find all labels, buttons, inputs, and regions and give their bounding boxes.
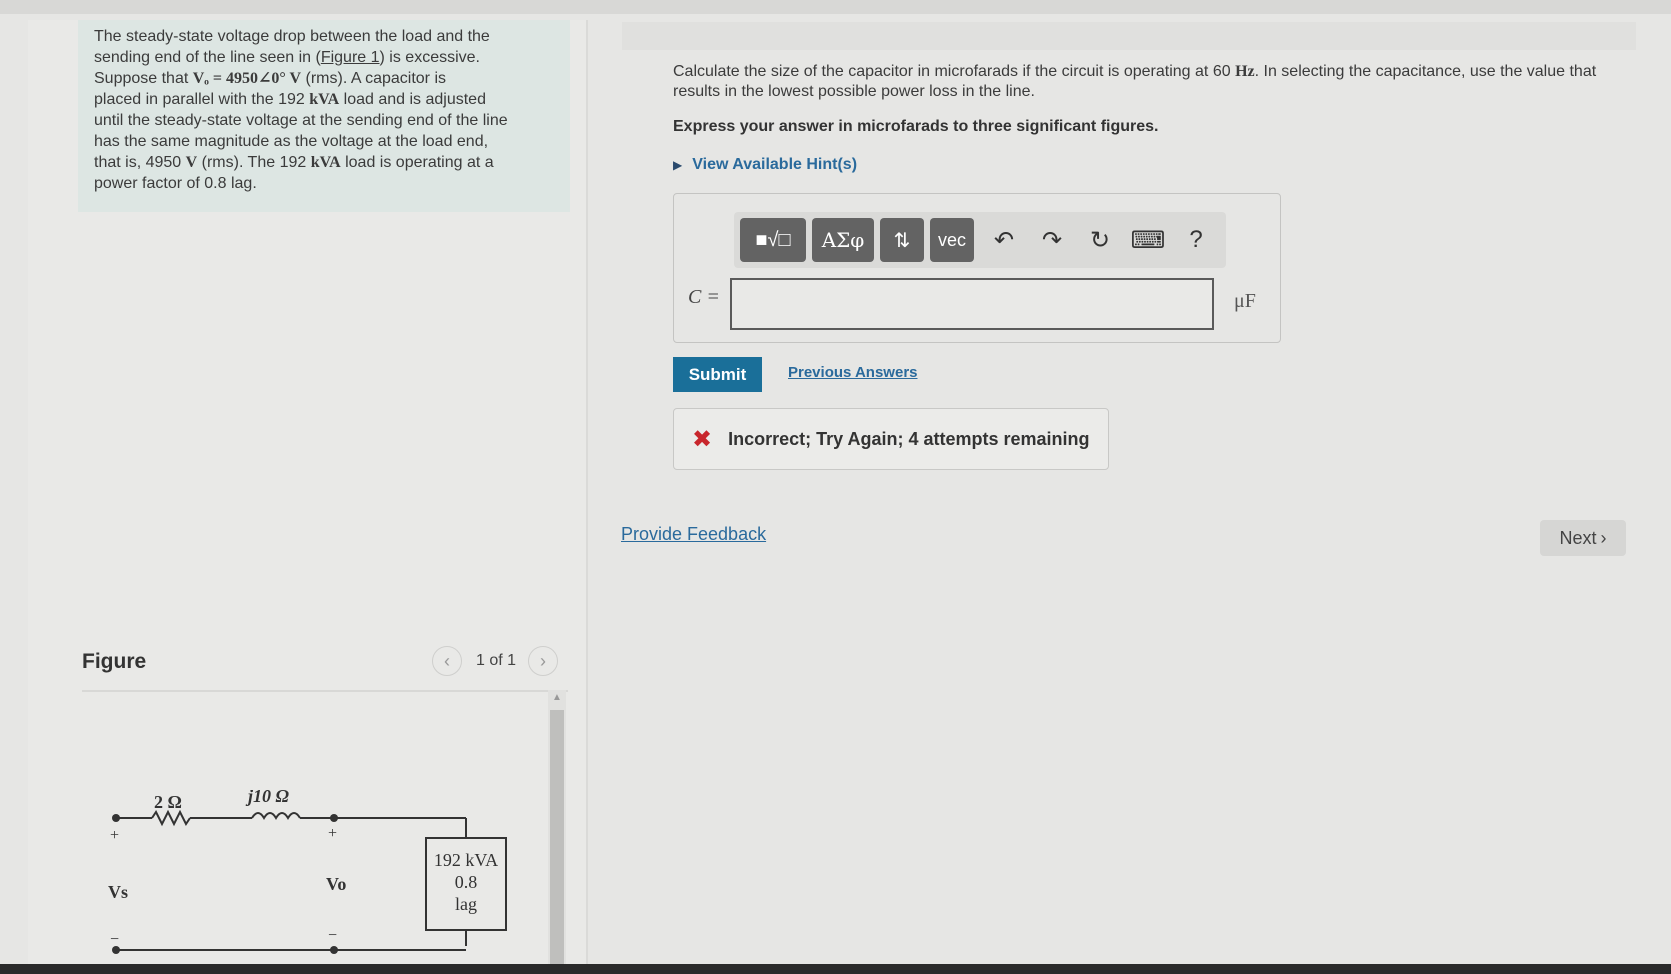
question-text: Calculate the size of the capacitor in m… [673,63,1597,100]
scroll-up-arrow-icon[interactable]: ▲ [548,692,566,706]
greek-symbols-button[interactable]: ΑΣφ [812,218,874,262]
feedback-message-box: ✖ Incorrect; Try Again; 4 attempts remai… [673,408,1109,470]
load-voltage-label: Vo [326,874,346,894]
source-voltage-label: Vs [108,882,128,902]
keyboard-icon[interactable]: ⌨ [1124,218,1172,262]
intro-line: Suppose that Vₒ = 4950∠0° V (rms). A cap… [94,70,446,87]
browser-top-strip [0,0,1671,14]
next-button[interactable]: Next › [1540,520,1626,556]
answer-input[interactable] [730,278,1214,330]
feedback-message: Incorrect; Try Again; 4 attempts remaini… [728,428,1090,449]
part-header-band [622,22,1636,50]
load-voltage-expression: Vₒ = 4950∠0° V [192,70,302,87]
answer-instruction: Express your answer in microfarads to th… [673,118,1159,135]
variable-label: C = [688,286,720,308]
inductor-label: j10 Ω [245,790,290,806]
previous-answers-link[interactable]: Previous Answers [788,364,918,381]
submit-button[interactable]: Submit [673,357,762,392]
inductor-symbol [251,812,301,820]
load-plus-sign: + [328,825,337,842]
intro-line: has the same magnitude as the voltage at… [94,133,489,150]
x-mark-icon: ✖ [692,425,713,453]
chevron-left-icon[interactable]: ‹ [432,646,462,676]
intro-line: placed in parallel with the 192 kVA load… [94,91,486,108]
figure-pager: ‹ 1 of 1 › [432,646,559,676]
figure-divider [82,690,568,692]
terminal-node [330,814,338,822]
arrows-button[interactable]: ⇅ [880,218,924,262]
panel-divider [586,20,588,974]
help-button[interactable]: ? [1172,218,1220,262]
intro-line: that is, 4950 V (rms). The 192 kVA load … [94,154,494,171]
caret-right-icon: ▶ [673,158,683,172]
figure-link[interactable]: Figure 1 [321,49,380,66]
view-hints-label: View Available Hint(s) [692,156,858,173]
unit-label: μF [1234,290,1256,312]
load-minus-sign: − [328,927,337,944]
taskbar-strip [0,964,1671,974]
terminal-node [112,814,120,822]
next-label: Next [1559,527,1597,548]
load-pf-label: 0.8 [455,872,478,892]
math-toolbar: ■√□ ΑΣφ ⇅ vec ↶ ↷ ↻ ⌨ ? [734,212,1226,268]
reset-icon[interactable]: ↻ [1076,218,1124,262]
chevron-right-icon: › [1600,527,1607,548]
chevron-right-icon[interactable]: › [528,646,559,676]
problem-statement: The steady-state voltage drop between th… [78,20,570,212]
figure-scrollbar[interactable]: ▲ [548,690,566,974]
intro-line: power factor of 0.8 lag. [94,175,257,192]
load-lag-label: lag [455,894,477,914]
provide-feedback-link[interactable]: Provide Feedback [621,524,766,545]
vector-button[interactable]: vec [930,218,974,262]
resistor-symbol [151,809,191,827]
figure-page-count: 1 of 1 [476,652,517,669]
undo-icon[interactable]: ↶ [980,218,1028,262]
intro-line: sending end of the line seen in (Figure … [94,49,480,66]
answer-box: ■√□ ΑΣφ ⇅ vec ↶ ↷ ↻ ⌨ ? C = μF [673,193,1281,343]
load-rating-label: 192 kVA [434,850,498,870]
source-plus-sign: + [110,827,119,844]
resistor-label: 2 Ω [154,792,182,812]
intro-line: until the steady-state voltage at the se… [94,112,508,129]
templates-button[interactable]: ■√□ [740,218,806,262]
scrollbar-thumb[interactable] [550,710,564,974]
redo-icon[interactable]: ↷ [1028,218,1076,262]
terminal-node [330,946,338,954]
circuit-diagram: 2 Ω j10 Ω + − Vs + − Vo 192 kVA 0.8 lag [108,790,507,954]
intro-line: The steady-state voltage drop between th… [94,28,490,45]
view-hints-toggle[interactable]: ▶ View Available Hint(s) [673,156,857,174]
figure-title: Figure [82,650,147,673]
source-minus-sign: − [110,931,119,948]
